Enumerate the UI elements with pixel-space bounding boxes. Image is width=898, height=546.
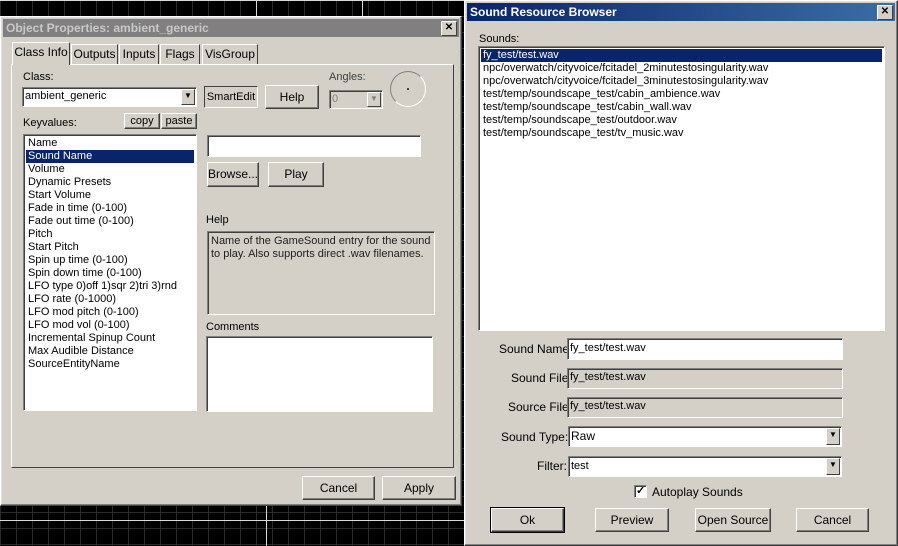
sound-browser-titlebar[interactable]: Sound Resource Browser ✕ xyxy=(467,3,895,21)
sound-name-value: fy_test/test.wav xyxy=(570,342,646,354)
tab-visgroup[interactable]: VisGroup xyxy=(202,44,258,64)
tab-label: Inputs xyxy=(122,47,156,61)
sound-file-value: fy_test/test.wav xyxy=(570,371,646,383)
filter-value: test xyxy=(571,460,589,472)
chevron-down-icon[interactable]: ▼ xyxy=(826,458,840,475)
cancel-label: Cancel xyxy=(813,513,852,527)
sound-list-item[interactable]: test/temp/soundscape_test/cabin_ambience… xyxy=(481,88,882,101)
filter-label: Filter: xyxy=(537,459,567,473)
source-file-field: fy_test/test.wav xyxy=(567,397,843,418)
source-file-label: Source File: xyxy=(508,400,573,414)
cancel-button[interactable]: Cancel xyxy=(302,476,375,500)
sound-list-item[interactable]: npc/overwatch/cityvoice/fcitadel_2minute… xyxy=(481,62,882,75)
apply-label: Apply xyxy=(403,481,435,495)
open-source-button[interactable]: Open Source xyxy=(695,508,771,532)
tab-panel xyxy=(11,64,454,468)
sound-list-item[interactable]: npc/overwatch/cityvoice/fcitadel_3minute… xyxy=(481,75,882,88)
sound-type-label: Sound Type: xyxy=(501,430,569,444)
sounds-items: fy_test/test.wav npc/overwatch/cityvoice/… xyxy=(481,49,882,140)
autoplay-checkbox[interactable]: ✓ xyxy=(634,485,647,498)
close-icon[interactable]: ✕ xyxy=(877,5,893,20)
sound-list-item[interactable]: test/temp/soundscape_test/cabin_wall.wav xyxy=(481,101,882,114)
tab-outputs[interactable]: Outputs xyxy=(71,44,118,64)
close-icon[interactable]: ✕ xyxy=(441,21,457,36)
tab-label: Flags xyxy=(165,47,195,61)
filter-dropdown[interactable]: test ▼ xyxy=(568,456,842,477)
ok-button[interactable]: Ok xyxy=(490,507,565,533)
sounds-label: Sounds: xyxy=(479,33,520,45)
sounds-list[interactable]: fy_test/test.wav npc/overwatch/cityvoice/… xyxy=(478,46,885,331)
tab-flags[interactable]: Flags xyxy=(160,44,200,64)
tab-class-info[interactable]: Class Info xyxy=(12,42,70,65)
grid-line xyxy=(0,520,464,521)
sound-name-label: Sound Name: xyxy=(499,342,573,356)
sound-list-item[interactable]: fy_test/test.wav xyxy=(481,49,882,62)
object-properties-titlebar[interactable]: Object Properties: ambient_generic ✕ xyxy=(3,19,459,37)
preview-button[interactable]: Preview xyxy=(595,508,669,532)
sound-name-input[interactable]: fy_test/test.wav xyxy=(567,338,843,360)
sound-list-item[interactable]: test/temp/soundscape_test/outdoor.wav xyxy=(481,114,882,127)
open-source-label: Open Source xyxy=(697,513,769,527)
tab-label: Class Info xyxy=(14,45,68,59)
apply-button[interactable]: Apply xyxy=(382,476,456,500)
sound-file-field: fy_test/test.wav xyxy=(567,368,843,389)
grid-line xyxy=(266,505,267,546)
chevron-down-icon[interactable]: ▼ xyxy=(826,428,840,445)
checkmark-icon: ✓ xyxy=(636,485,646,497)
window-title: Sound Resource Browser xyxy=(470,5,617,19)
tab-inputs[interactable]: Inputs xyxy=(119,44,159,64)
autoplay-label: Autoplay Sounds xyxy=(652,485,743,499)
tab-label: Outputs xyxy=(73,47,116,61)
cancel-label: Cancel xyxy=(319,481,358,495)
ok-label: Ok xyxy=(519,513,536,527)
preview-label: Preview xyxy=(610,513,654,527)
sound-list-item[interactable]: test/temp/soundscape_test/tv_music.wav xyxy=(481,127,882,140)
sound-type-value: Raw xyxy=(571,429,596,443)
sound-type-dropdown[interactable]: Raw ▼ xyxy=(568,426,842,447)
sound-file-label: Sound File: xyxy=(511,371,572,385)
cancel-button[interactable]: Cancel xyxy=(796,508,869,532)
tab-label: VisGroup xyxy=(205,47,255,61)
window-title: Object Properties: ambient_generic xyxy=(6,21,209,35)
source-file-value: fy_test/test.wav xyxy=(570,400,646,412)
